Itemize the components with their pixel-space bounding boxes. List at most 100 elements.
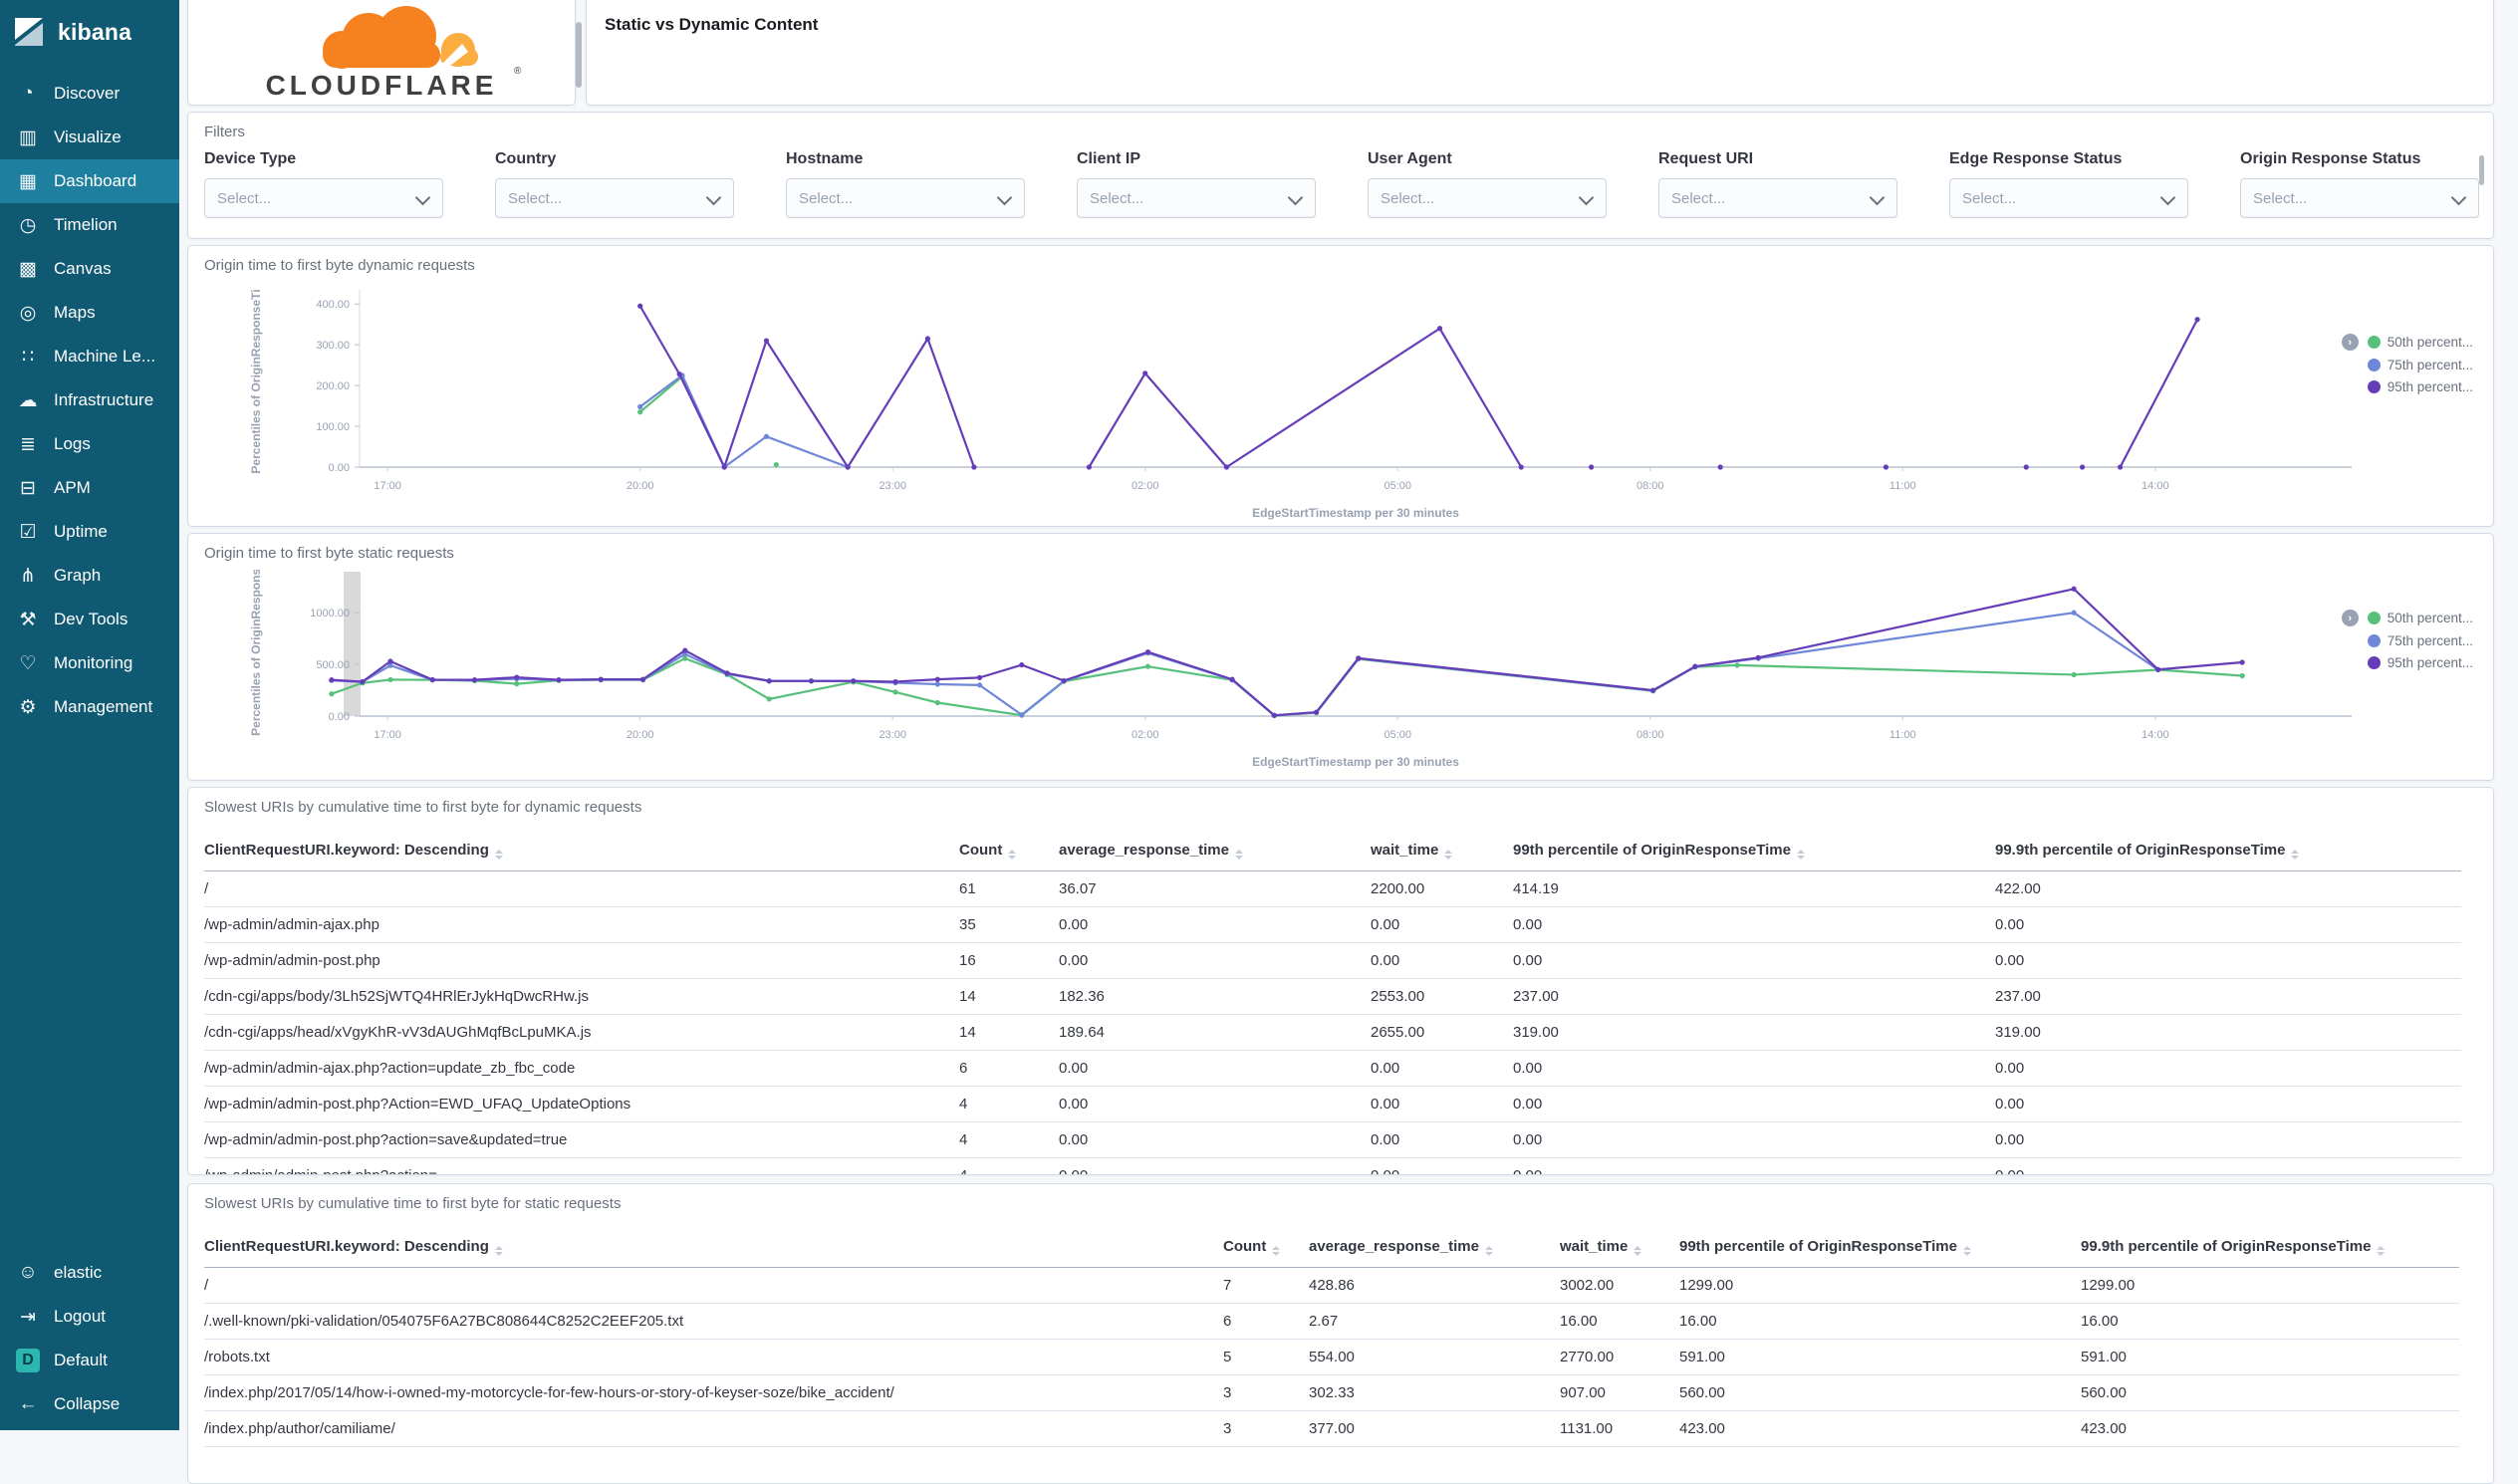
sidebar-item-label: Collapse — [54, 1394, 121, 1413]
value-cell: 0.00 — [1513, 1086, 1995, 1122]
kibana-logo[interactable]: kibana — [0, 0, 179, 62]
sidebar-item-uptime[interactable]: ☑ Uptime — [0, 510, 179, 554]
sidebar-item-maps[interactable]: ◎ Maps — [0, 291, 179, 335]
column-header-99-9th-percentile-of-originresponsetime[interactable]: 99.9th percentile of OriginResponseTime — [2081, 1226, 2459, 1268]
country-select[interactable]: Select... — [495, 178, 734, 218]
column-header-99-9th-percentile-of-originresponsetime[interactable]: 99.9th percentile of OriginResponseTime — [1995, 830, 2461, 871]
hostname-select[interactable]: Select... — [786, 178, 1025, 218]
legend-item-label: 95th percent... — [2387, 655, 2473, 670]
value-cell: 14 — [959, 1014, 1059, 1051]
sidebar-item-graph[interactable]: ⋔ Graph — [0, 554, 179, 598]
uri-cell: /robots.txt — [204, 1339, 1223, 1375]
sidebar-item-logout[interactable]: ⇥ Logout — [0, 1295, 179, 1339]
legend-color-dot — [2367, 634, 2381, 647]
column-header-average-response-time[interactable]: average_response_time — [1059, 830, 1371, 871]
legend-item-50th-percent[interactable]: › 50th percent... — [2341, 610, 2473, 626]
table-panel-static: Slowest URIs by cumulative time to first… — [187, 1183, 2494, 1484]
sidebar-item-timelion[interactable]: ◷ Timelion — [0, 203, 179, 247]
timelion-icon: ◷ — [19, 214, 37, 236]
sidebar-item-logs[interactable]: ≣ Logs — [0, 422, 179, 466]
table-dynamic: ClientRequestURI.keyword: Descending Coun… — [204, 830, 2477, 1174]
sidebar-item-collapse[interactable]: ← Collapse — [0, 1382, 179, 1426]
column-header-clientrequesturi-keyword-descending[interactable]: ClientRequestURI.keyword: Descending — [204, 1226, 1223, 1268]
select-placeholder: Select... — [1671, 189, 1726, 207]
value-cell: 0.00 — [1995, 1121, 2461, 1158]
origin-response-status-select[interactable]: Select... — [2240, 178, 2479, 218]
column-header-wait-time[interactable]: wait_time — [1560, 1226, 1679, 1268]
legend-item-95th-percent[interactable]: 95th percent... — [2342, 655, 2473, 670]
sidebar-item-canvas[interactable]: ▩ Canvas — [0, 247, 179, 291]
value-cell: 0.00 — [1995, 906, 2461, 943]
sort-icon — [1796, 850, 1805, 860]
sidebar-item-discover[interactable]: ◔ Discover — [0, 72, 179, 116]
svg-text:400.00: 400.00 — [316, 299, 350, 311]
device-type-select[interactable]: Select... — [204, 178, 443, 218]
scrollbar-logo-panel[interactable] — [576, 22, 582, 88]
select-placeholder: Select... — [2253, 189, 2308, 207]
filter-label: Device Type — [204, 150, 297, 167]
uri-cell: /wp-admin/admin-post.php?action=save&upd… — [204, 1121, 959, 1158]
column-header-clientrequesturi-keyword-descending[interactable]: ClientRequestURI.keyword: Descending — [204, 830, 959, 871]
discover-icon: ◔ — [22, 83, 34, 104]
value-cell: 1131.00 — [1560, 1410, 1679, 1447]
scrollbar-filters-panel[interactable] — [2479, 155, 2484, 185]
sidebar-item-visualize[interactable]: ▥ Visualize — [0, 116, 179, 159]
legend-item-75th-percent[interactable]: 75th percent... — [2342, 633, 2473, 648]
value-cell: 302.33 — [1309, 1374, 1560, 1411]
column-header-average-response-time[interactable]: average_response_time — [1309, 1226, 1560, 1268]
chevron-down-icon — [1287, 189, 1304, 206]
edge-response-status-select[interactable]: Select... — [1949, 178, 2188, 218]
sidebar-item-infrastructure[interactable]: ☁ Infrastructure — [0, 378, 179, 422]
value-cell: 14 — [959, 978, 1059, 1015]
legend-item-label: 50th percent... — [2387, 335, 2473, 350]
legend-item-50th-percent[interactable]: › 50th percent... — [2341, 334, 2473, 351]
sidebar-item-default[interactable]: D Default — [0, 1339, 179, 1382]
svg-text:0.00: 0.00 — [329, 711, 350, 723]
value-cell: 1299.00 — [1679, 1267, 2081, 1304]
table-row: /robots.txt 5 554.00 2770.00 591.00 591.00 — [204, 1339, 2459, 1375]
column-header-count[interactable]: Count — [1223, 1226, 1309, 1268]
sidebar-item-apm[interactable]: ⊟ APM — [0, 466, 179, 510]
legend-item-75th-percent[interactable]: 75th percent... — [2342, 358, 2473, 372]
legend-toggle-button[interactable]: › — [2341, 334, 2359, 351]
chart-canvas-static[interactable]: 0.00 500.00 1000.00 17:00 20:00 23:00 02:00 05:… — [196, 570, 2485, 771]
column-header-99th-percentile-of-originresponsetime[interactable]: 99th percentile of OriginResponseTime — [1513, 830, 1995, 871]
sidebar-item-elastic[interactable]: ☺ elastic — [0, 1251, 179, 1295]
visualize-icon: ▥ — [19, 126, 37, 148]
sidebar-item-label: Machine Le... — [54, 347, 156, 366]
value-cell: 237.00 — [1995, 978, 2461, 1015]
value-cell: 237.00 — [1513, 978, 1995, 1015]
sidebar-item-label: Logout — [54, 1307, 106, 1326]
user-agent-select[interactable]: Select... — [1368, 178, 1607, 218]
sidebar-item-label: Infrastructure — [54, 390, 154, 409]
column-header-99th-percentile-of-originresponsetime[interactable]: 99th percentile of OriginResponseTime — [1679, 1226, 2081, 1268]
svg-text:08:00: 08:00 — [1637, 729, 1664, 741]
svg-text:100.00: 100.00 — [316, 421, 350, 433]
client-ip-select[interactable]: Select... — [1077, 178, 1316, 218]
filter-client-ip: Client IP Select... — [1077, 150, 1316, 218]
filters-panel: Filters Device Type Select... Country Selec… — [187, 112, 2494, 239]
data-table: ClientRequestURI.keyword: Descending Coun… — [204, 830, 2461, 1174]
dashboard-icon: ▦ — [19, 170, 37, 192]
chart-legend: › 50th percent... 75th percent... 95th perc… — [2341, 610, 2473, 670]
sidebar-item-label: Dev Tools — [54, 610, 128, 628]
value-cell: 428.86 — [1309, 1267, 1560, 1304]
sidebar-item-machine-le[interactable]: ∷ Machine Le... — [0, 335, 179, 378]
request-uri-select[interactable]: Select... — [1658, 178, 1897, 218]
sidebar-item-management[interactable]: ⚙ Management — [0, 685, 179, 729]
column-header-count[interactable]: Count — [959, 830, 1059, 871]
table-row: /7 428.86 3002.00 1299.00 1299.00 — [204, 1267, 2459, 1304]
value-cell: 0.00 — [1059, 1050, 1371, 1087]
value-cell: 423.00 — [1679, 1410, 2081, 1447]
sidebar-item-dashboard[interactable]: ▦ Dashboard — [0, 159, 179, 203]
sidebar-item-monitoring[interactable]: ♡ Monitoring — [0, 641, 179, 685]
chevron-down-icon — [996, 189, 1013, 206]
column-header-wait-time[interactable]: wait_time — [1371, 830, 1513, 871]
legend-toggle-button[interactable]: › — [2341, 610, 2359, 626]
chart-canvas-dynamic[interactable]: 0.00 100.00 200.00 300.00 400.00 17:00 20:00 23… — [196, 282, 2485, 523]
legend-item-95th-percent[interactable]: 95th percent... — [2342, 379, 2473, 394]
sidebar-item-dev-tools[interactable]: ⚒ Dev Tools — [0, 598, 179, 641]
table-row: /index.php/2017/05/14/how-i-owned-my-mot… — [204, 1374, 2459, 1411]
cloudflare-cloud-icon: CLOUDFLARE ® — [266, 6, 522, 100]
value-cell: 907.00 — [1560, 1374, 1679, 1411]
